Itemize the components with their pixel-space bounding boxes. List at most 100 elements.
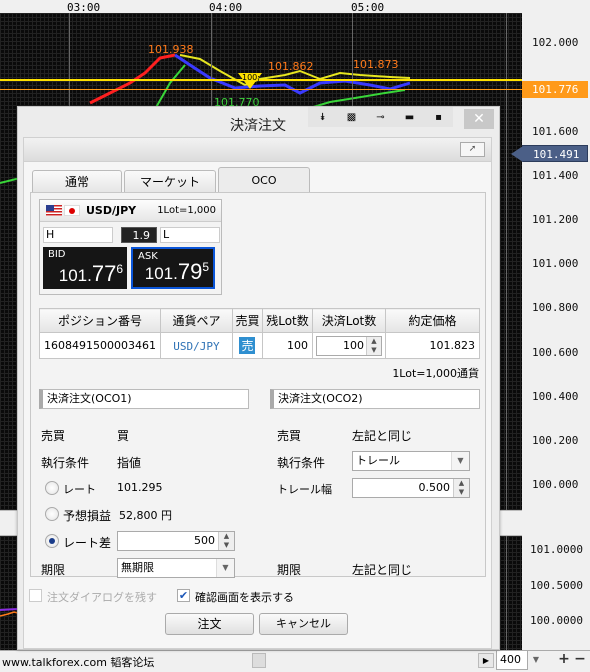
horizontal-scroll-thumb[interactable]	[252, 653, 266, 668]
positions-table: ポジション番号 通貨ペア 売買 残Lot数 決済Lot数 約定価格 160849…	[39, 308, 481, 359]
tab-oco[interactable]: OCO	[218, 167, 310, 192]
col-remaining: 残Lot数	[261, 308, 313, 333]
high-annotation: 101.938	[148, 43, 194, 56]
oco2-side-value: 左記と同じ	[352, 429, 413, 443]
current-price-tag: 101.776	[522, 81, 588, 98]
rate-diff-input[interactable]: 500 ▲ ▼	[117, 531, 235, 551]
show-confirm-checkbox[interactable]: ✔	[177, 589, 190, 602]
position-pair[interactable]: USD/JPY	[173, 340, 219, 353]
trail-condition-value: トレール	[356, 454, 400, 467]
ask-price-fraction: 5	[202, 260, 209, 274]
oco-tab-content: USD/JPY 1Lot=1,000 H 1.9 L BID 101.776 A…	[30, 192, 486, 578]
rate-value: 101.295	[117, 481, 163, 494]
oco2-cond-label: 執行条件	[277, 456, 326, 470]
oco1-cond-value: 指値	[117, 456, 142, 470]
time-label: 04:00	[209, 1, 243, 14]
close-button[interactable]: ✕	[464, 109, 494, 129]
pl-label: 予想損益	[63, 509, 112, 523]
col-pair: 通貨ペア	[159, 308, 233, 333]
spin-buttons[interactable]: ▲ ▼	[218, 532, 234, 550]
ask-price-major: 101.	[144, 264, 178, 283]
axis-label: 101.600	[532, 125, 579, 138]
close-order-dialog: 決済注文 ⯯ ▩ ⊸ ▬ ▪ ✕ ➚ 通常 マーケット OCO USD/JPY …	[17, 106, 500, 650]
col-side: 売買	[231, 308, 263, 333]
expand-icon[interactable]: ➚	[460, 142, 485, 157]
order-button[interactable]: 注文	[165, 613, 254, 635]
diff-label: レート差	[63, 536, 112, 550]
us-flag-icon	[46, 205, 62, 216]
bid-label: BID	[48, 249, 66, 260]
ask-quote[interactable]: ASK 101.795	[131, 247, 215, 289]
tab-normal[interactable]: 通常	[32, 170, 122, 192]
order-marker-label: 100;	[242, 73, 260, 82]
trail-condition-select[interactable]: トレール ▼	[352, 451, 470, 471]
position-id: 1608491500003461	[39, 332, 161, 359]
axis-label: 101.400	[532, 169, 579, 182]
grid-vline	[506, 536, 507, 650]
chevron-down-icon: ▼	[216, 559, 234, 577]
trail-width-value: 0.500	[418, 481, 451, 494]
axis-label: 100.000	[532, 478, 579, 491]
dot-icon[interactable]: ▪	[424, 107, 453, 127]
zoom-out-button[interactable]: −	[573, 651, 587, 669]
diff-radio[interactable]	[45, 534, 59, 548]
trail-width-input[interactable]: 0.500 ▲ ▼	[352, 478, 470, 498]
collapse-icon[interactable]: ⯯	[308, 107, 337, 127]
bid-price-major: 101.	[58, 266, 92, 285]
expiry-select[interactable]: 無期限 ▼	[117, 558, 235, 578]
col-close-lot: 決済Lot数	[311, 308, 386, 333]
pl-radio[interactable]	[45, 507, 59, 521]
indicator-line-purple	[0, 608, 19, 611]
col-position-id: ポジション番号	[39, 308, 161, 333]
keep-dialog-checkbox[interactable]	[29, 589, 42, 602]
grid-vline	[506, 13, 507, 510]
ask-price-pips: 79	[177, 259, 203, 284]
bid-quote[interactable]: BID 101.776	[43, 247, 127, 289]
axis-label: 100.200	[532, 434, 579, 447]
bid-price: 101.776	[59, 261, 123, 287]
scroll-right-button[interactable]: ▶	[478, 653, 494, 668]
zoom-level-field[interactable]: 400	[496, 650, 528, 670]
dialog-toolbar: ➚	[23, 137, 492, 162]
ask-price: 101.795	[145, 259, 209, 285]
high-field: H	[43, 227, 113, 243]
minimize-icon[interactable]: ▬	[395, 107, 424, 127]
spin-buttons[interactable]: ▲ ▼	[365, 336, 381, 355]
oco2-header: 決済注文(OCO2)	[270, 389, 480, 409]
cancel-button[interactable]: キャンセル	[259, 613, 348, 635]
checker-icon[interactable]: ▩	[337, 107, 366, 127]
rate-radio[interactable]	[45, 481, 59, 495]
close-lot-stepper[interactable]: 100 ▲ ▼	[315, 335, 382, 356]
axis-label: 100.400	[532, 390, 579, 403]
tab-market[interactable]: マーケット	[124, 170, 216, 192]
oco2-side-label: 売買	[277, 429, 302, 443]
pl-value: 52,800 円	[119, 509, 172, 522]
axis-label: 100.800	[532, 301, 579, 314]
close-lot-value: 100	[342, 338, 364, 352]
rate-diff-value: 500	[194, 534, 215, 547]
oco1-header: 決済注文(OCO1)	[39, 389, 249, 409]
pin-icon[interactable]: ⊸	[366, 107, 395, 127]
table-row: 1608491500003461 USD/JPY 売 100 100 ▲ ▼ 10…	[39, 332, 481, 359]
dialog-title: 決済注文	[230, 118, 286, 134]
sub-axis-label: 100.5000	[530, 579, 583, 592]
bid-price-pips: 77	[91, 261, 117, 286]
oco2-expiry-value: 左記と同じ	[352, 563, 413, 577]
zoom-dropdown-icon[interactable]: ▼	[528, 651, 544, 669]
remaining-lots: 100	[261, 332, 313, 359]
axis-label: 100.600	[532, 346, 579, 359]
chevron-down-icon: ▼	[451, 452, 469, 470]
dialog-toolbar-icons: ⯯ ▩ ⊸ ▬ ▪	[308, 107, 453, 127]
rate-label: レート	[63, 483, 96, 496]
zoom-in-button[interactable]: +	[557, 651, 571, 669]
rate-panel: USD/JPY 1Lot=1,000 H 1.9 L BID 101.776 A…	[39, 199, 222, 295]
spin-buttons[interactable]: ▲ ▼	[453, 479, 469, 497]
oco1-expiry-label: 期限	[41, 563, 66, 577]
high-annotation: 101.862	[268, 60, 314, 73]
lot-size: 1Lot=1,000	[157, 205, 216, 216]
dialog-panel: 通常 マーケット OCO USD/JPY 1Lot=1,000 H 1.9 L …	[23, 162, 492, 649]
bid-price-fraction: 6	[116, 262, 123, 276]
currency-pair: USD/JPY	[86, 204, 137, 217]
oco2-expiry-label: 期限	[277, 563, 302, 577]
expiry-value: 無期限	[121, 561, 154, 574]
